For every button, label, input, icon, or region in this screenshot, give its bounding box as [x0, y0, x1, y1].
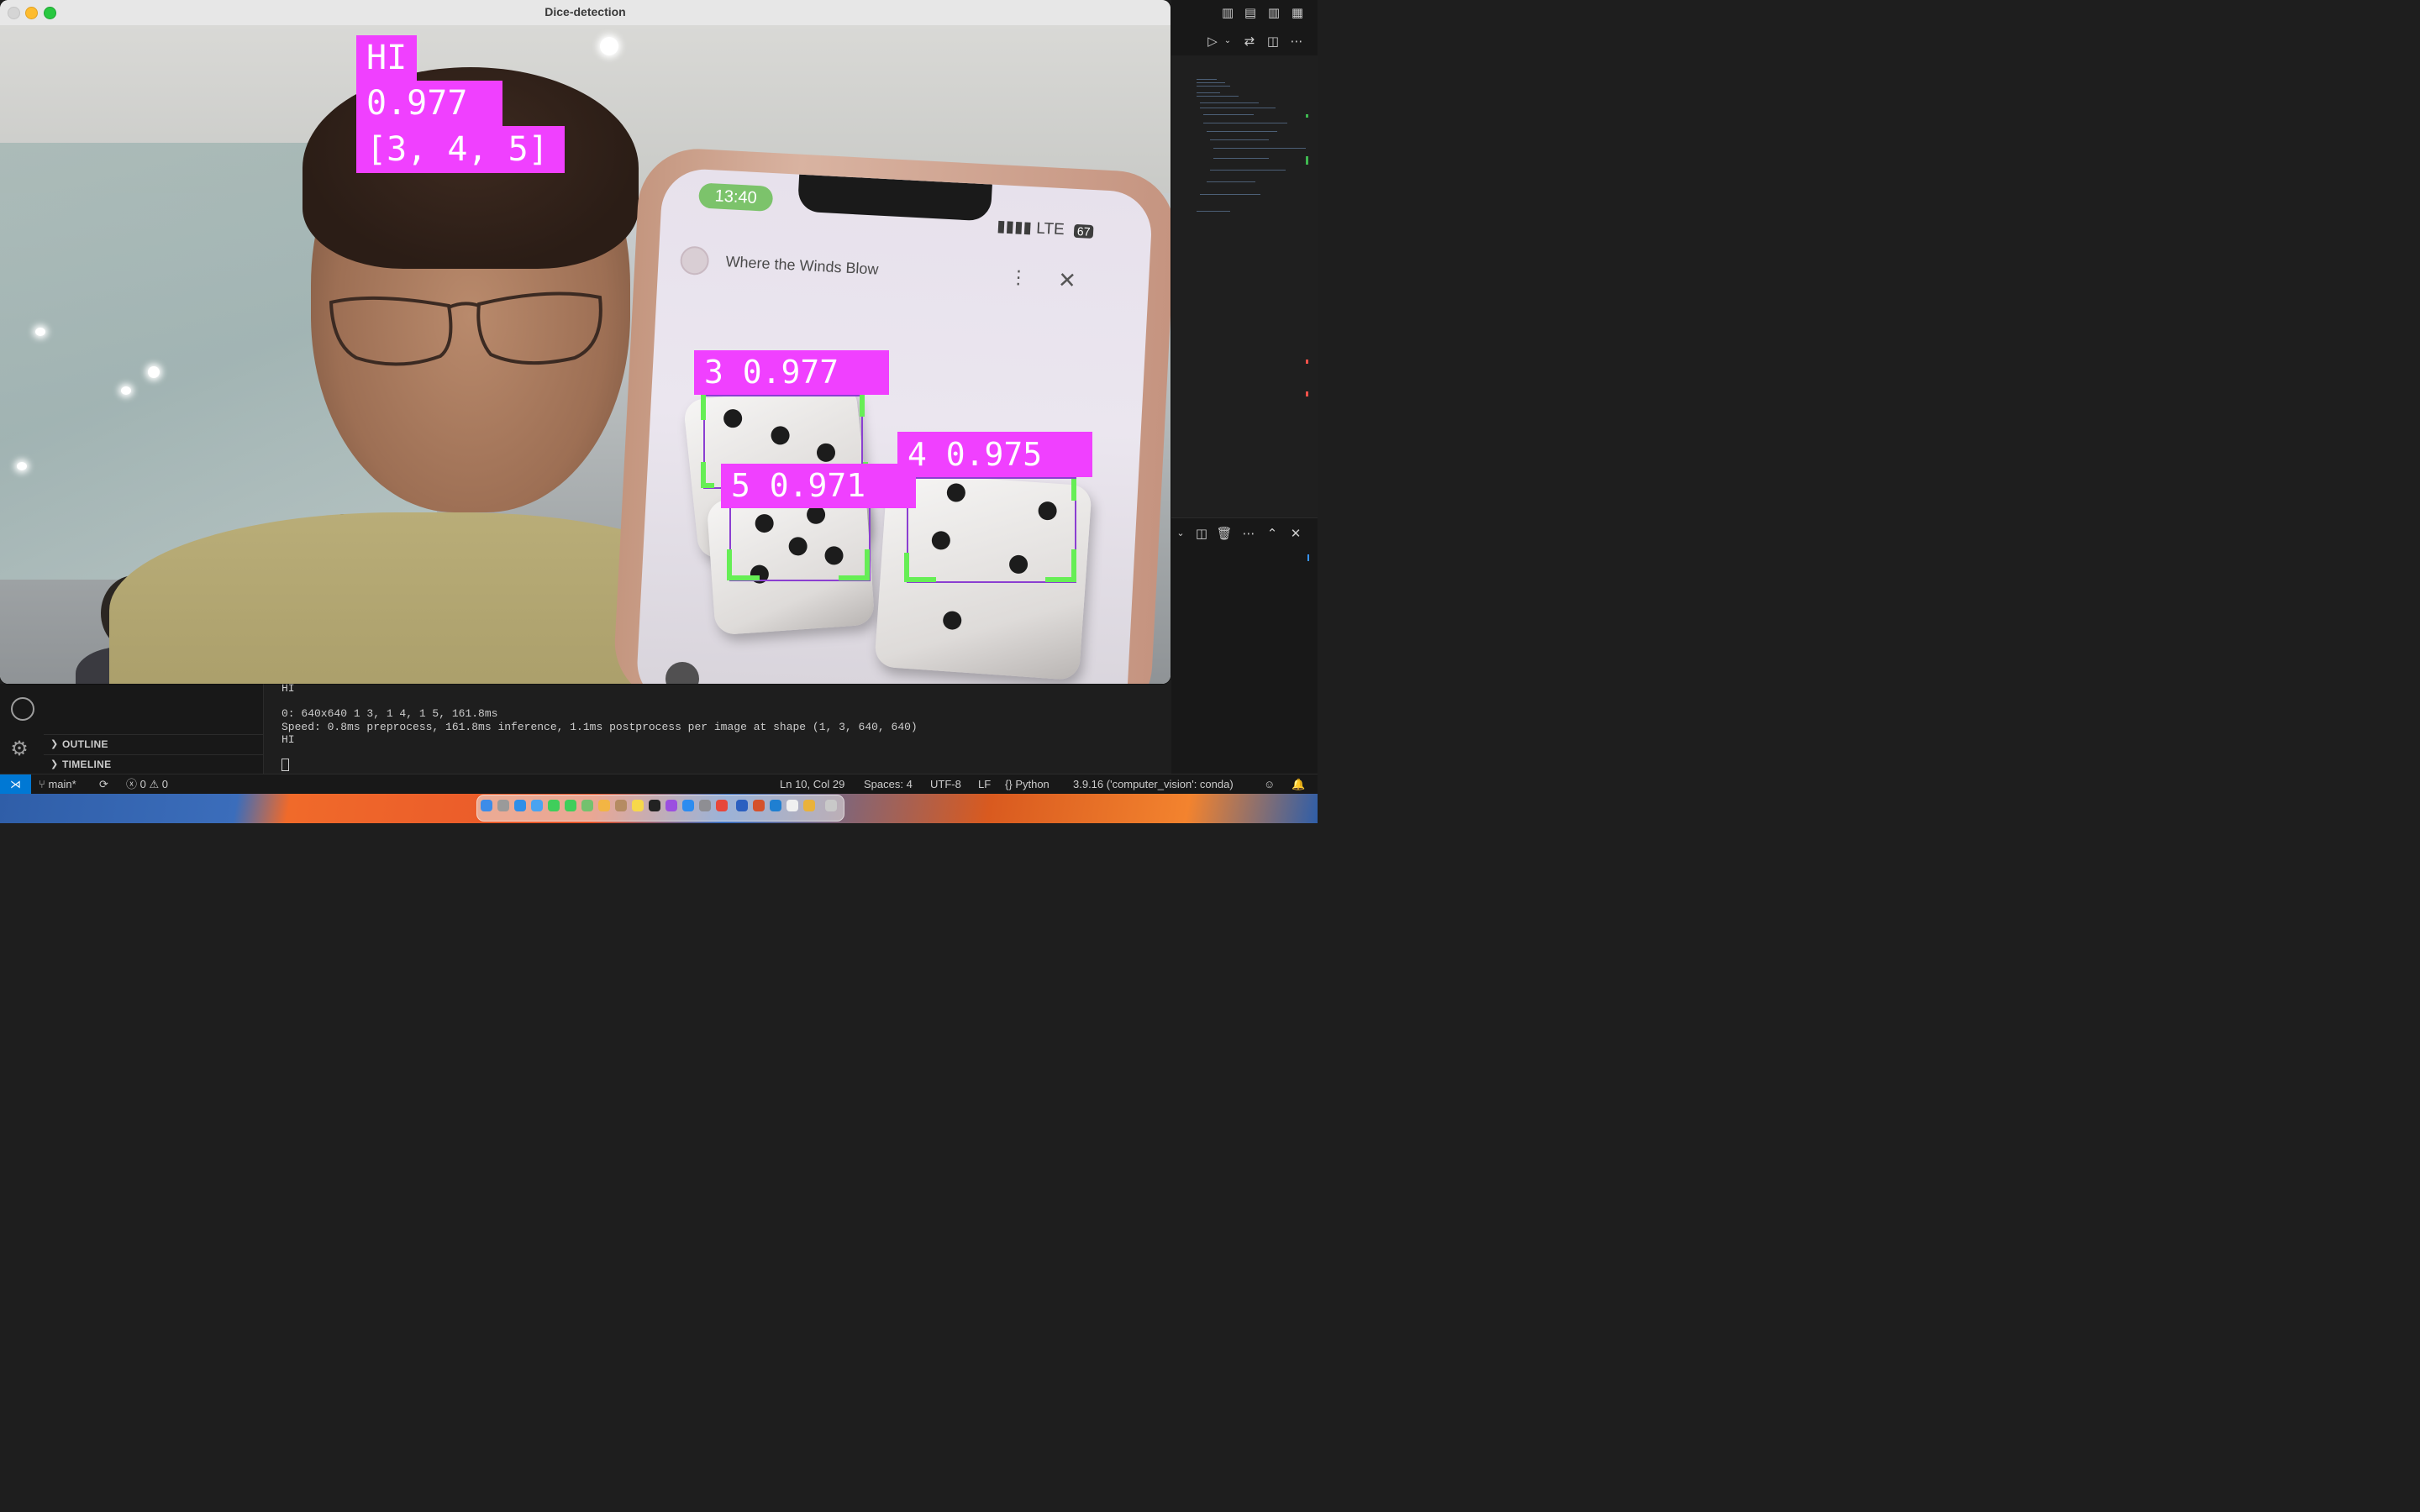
overlay-class-label: HI [356, 35, 417, 81]
language-label: Python [1015, 778, 1050, 790]
appstore-icon[interactable] [682, 800, 694, 811]
terminal-cursor [281, 759, 289, 771]
dice-detection-window: Dice-detection 13:40 ▮▮▮▮ LTE 67 Where t… [0, 0, 1171, 684]
word-icon[interactable] [736, 800, 748, 811]
launchpad-icon[interactable] [497, 800, 509, 811]
braces-icon: {} [1005, 778, 1013, 790]
maps-icon[interactable] [581, 800, 593, 811]
branch-name: main* [48, 778, 76, 790]
window-titlebar[interactable]: Dice-detection [0, 0, 1171, 26]
toggle-primary-sidebar-icon[interactable]: ▥ [1218, 5, 1237, 20]
overlay-confidence: 0.977 [356, 81, 502, 126]
sync-icon[interactable]: ⟳ [99, 774, 108, 794]
settings-icon[interactable] [699, 800, 711, 811]
activity-bar: ⚙ [0, 684, 44, 774]
podcasts-icon[interactable] [666, 800, 677, 811]
facetime-icon[interactable] [565, 800, 576, 811]
explorer-sidebar: ❯ OUTLINE ❯ TIMELINE [44, 684, 264, 774]
document-icon[interactable] [786, 800, 798, 811]
dock [476, 795, 844, 822]
timeline-label: TIMELINE [62, 759, 112, 770]
more-actions-icon[interactable]: ⋯ [1287, 34, 1306, 49]
vscode-icon[interactable] [770, 800, 781, 811]
terminal-line: HI [281, 682, 295, 695]
camera-feed: 13:40 ▮▮▮▮ LTE 67 Where the Winds Blow ⋮… [0, 25, 1171, 684]
warning-icon: ⚠ [149, 778, 160, 790]
trash-icon[interactable] [825, 800, 837, 811]
terminal-panel[interactable]: HI 0: 640x640 1 3, 1 4, 1 5, 161.8ms Spe… [264, 682, 1171, 774]
toggle-panel-icon[interactable]: ▤ [1241, 5, 1260, 20]
safari-icon[interactable] [514, 800, 526, 811]
status-bar: ⋊ ⑂ main* ⟳ ⓧ 0 ⚠ 0 Ln 10, Col 29 Spaces… [0, 774, 1318, 794]
error-icon: ⓧ [126, 778, 138, 790]
toggle-secondary-sidebar-icon[interactable]: ▥ [1265, 5, 1283, 20]
trash-icon[interactable]: 🗑 [1215, 526, 1234, 541]
feedback-icon[interactable]: ☺ [1264, 774, 1275, 794]
chevron-down-icon[interactable]: ⌄ [1218, 34, 1237, 49]
indentation[interactable]: Spaces: 4 [864, 774, 913, 794]
more-actions-icon[interactable]: ⋯ [1239, 526, 1258, 541]
branch-item[interactable]: ⑂ main* [39, 774, 76, 794]
photos-icon[interactable] [598, 800, 610, 811]
messages-icon[interactable] [548, 800, 560, 811]
outline-label: OUTLINE [62, 738, 108, 750]
customize-layout-icon[interactable]: ▦ [1288, 5, 1307, 20]
end-of-line[interactable]: LF [978, 774, 991, 794]
encoding[interactable]: UTF-8 [930, 774, 961, 794]
mail-icon[interactable] [531, 800, 543, 811]
minimap[interactable] [1171, 55, 1318, 517]
overlay-faces: [3, 4, 5] [356, 126, 565, 173]
problems-item[interactable]: ⓧ 0 ⚠ 0 [126, 774, 168, 794]
timeline-section[interactable]: ❯ TIMELINE [44, 754, 263, 774]
detection-label: 3 0.977 [694, 350, 889, 395]
detection-corners [701, 395, 1076, 582]
gear-icon[interactable]: ⚙ [10, 738, 29, 759]
maximize-panel-icon[interactable]: ⌃ [1263, 526, 1281, 541]
chrome-icon[interactable] [716, 800, 728, 811]
terminal-tabs [1171, 549, 1318, 774]
panel-toolbar: ⌄ ◫ 🗑 ⋯ ⌃ ✕ [1171, 517, 1318, 550]
window-title: Dice-detection [544, 5, 626, 18]
finder-icon[interactable] [481, 800, 492, 811]
notes-icon[interactable] [632, 800, 644, 811]
terminal-line: HI [281, 733, 295, 746]
split-editor-icon[interactable]: ◫ [1264, 34, 1282, 49]
detection-label: 5 0.971 [721, 464, 916, 508]
terminal-line: 0: 640x640 1 3, 1 4, 1 5, 161.8ms [281, 707, 498, 720]
warning-count: 0 [161, 778, 169, 790]
split-terminal-icon[interactable]: ◫ [1192, 526, 1211, 541]
compare-changes-icon[interactable]: ⇄ [1240, 34, 1259, 49]
error-count: 0 [139, 778, 146, 790]
close-panel-icon[interactable]: ✕ [1286, 526, 1305, 541]
editor-title-bar: ▥ ▤ ▥ ▦ ▷ ⌄ ⇄ ◫ ⋯ [1171, 0, 1318, 55]
terminal-line: Speed: 0.8ms preprocess, 161.8ms inferen… [281, 721, 918, 733]
chevron-right-icon: ❯ [50, 739, 59, 749]
powerpoint-icon[interactable] [753, 800, 765, 811]
chrome-canary-icon[interactable] [803, 800, 815, 811]
detection-label: 4 0.975 [897, 432, 1092, 477]
outline-section[interactable]: ❯ OUTLINE [44, 734, 263, 754]
cursor-position[interactable]: Ln 10, Col 29 [780, 774, 844, 794]
remote-icon: ⋊ [10, 778, 21, 790]
language-mode[interactable]: {} Python [1005, 774, 1050, 794]
accounts-icon[interactable] [11, 697, 34, 721]
source-control-branch-icon: ⑂ [39, 778, 45, 790]
tv-icon[interactable] [649, 800, 660, 811]
remote-indicator[interactable]: ⋊ [0, 774, 31, 794]
chevron-down-icon[interactable]: ⌄ [1171, 526, 1190, 541]
bell-icon[interactable]: 🔔 [1292, 774, 1305, 794]
python-interpreter[interactable]: 3.9.16 ('computer_vision': conda) [1073, 774, 1234, 794]
chevron-right-icon: ❯ [50, 759, 59, 769]
contacts-icon[interactable] [615, 800, 627, 811]
